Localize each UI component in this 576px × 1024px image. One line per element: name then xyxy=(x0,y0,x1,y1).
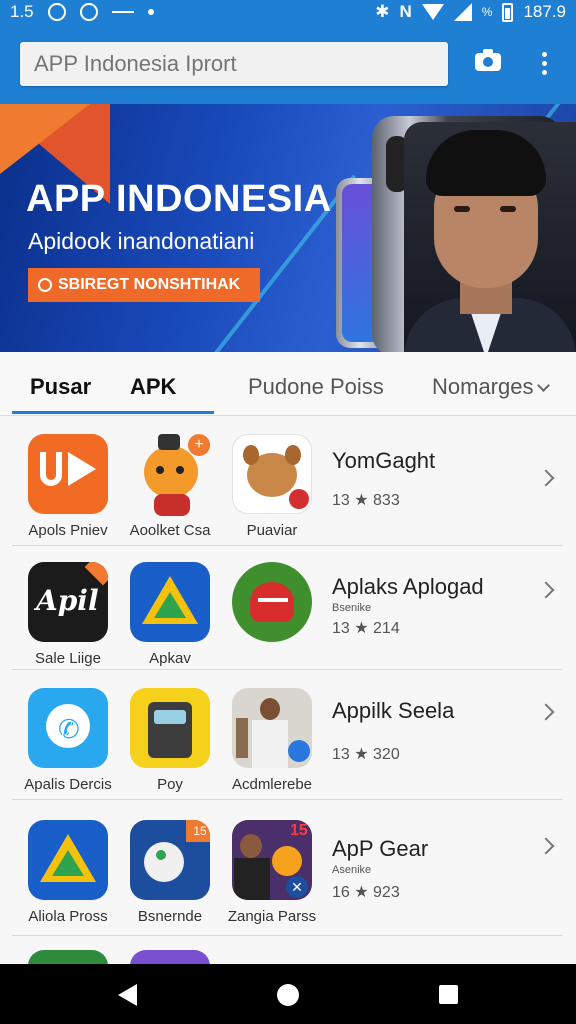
chevron-right-icon[interactable] xyxy=(537,581,555,599)
home-icon[interactable] xyxy=(277,984,299,1006)
app-notification-icon xyxy=(47,3,66,21)
tab-pudone-poiss[interactable]: Pudone Poiss xyxy=(248,374,384,400)
app-label: Apalis Dercis xyxy=(24,776,112,793)
row-meta: 13 ★ 320 xyxy=(332,746,400,763)
back-icon[interactable] xyxy=(118,984,137,1006)
chevron-down-icon xyxy=(537,379,551,392)
app-bar xyxy=(0,24,576,104)
app-label: Apols Pniev xyxy=(28,522,108,539)
dash-notification-icon xyxy=(111,11,134,13)
app-label: Aoolket Csa xyxy=(129,522,211,539)
phone-call-icon: ✆ xyxy=(28,688,108,768)
app-label: Poy xyxy=(157,776,183,793)
app-tile[interactable] xyxy=(222,562,322,650)
app-tile[interactable]: Apols Pniev xyxy=(18,434,118,539)
app-tile[interactable]: Apil Sale Liige xyxy=(18,562,118,667)
list-item[interactable]: Aliola Pross 15 Bsnernde 15 ✕ Zangia Par… xyxy=(12,820,562,936)
app-tile[interactable]: Puaviar xyxy=(222,434,322,539)
status-bar: 1.5 ✱ N % 187.9 xyxy=(0,0,576,24)
up-play-icon xyxy=(28,434,108,514)
row-title: Appilk Seela xyxy=(332,698,455,723)
recents-icon[interactable] xyxy=(439,985,458,1004)
wifi-icon xyxy=(421,4,444,20)
tab-pusar[interactable]: Pusar xyxy=(30,374,91,400)
bluetooth-icon: ✱ xyxy=(375,2,390,21)
banner-button-label: SBIREGT NONSHTIHAK xyxy=(58,276,241,293)
app-tile[interactable]: 15 ✕ Zangia Parss xyxy=(222,820,322,925)
screen: 1.5 ✱ N % 187.9 APP INDO xyxy=(0,0,576,1024)
heart-key-icon xyxy=(232,562,312,642)
row-meta: 13 ★ 214 xyxy=(332,620,400,637)
paint-brush-icon: 15 xyxy=(130,820,210,900)
overflow-menu-icon[interactable] xyxy=(538,52,552,78)
drive-triangle-icon xyxy=(28,820,108,900)
app-label: Sale Liige xyxy=(35,650,101,667)
chevron-right-icon[interactable] xyxy=(537,837,555,855)
sync-notification-icon xyxy=(79,3,98,21)
list-item[interactable] xyxy=(12,950,562,964)
app-label: Puaviar xyxy=(246,522,298,539)
tab-apk[interactable]: APK xyxy=(130,374,176,400)
battery-percent: % xyxy=(481,5,493,19)
nfc-icon: N xyxy=(399,2,412,21)
chevron-right-icon[interactable] xyxy=(537,703,555,721)
cartoon-dog-icon xyxy=(232,434,312,514)
icon-badge: 15 xyxy=(186,820,210,842)
man-fireworks-icon: 15 ✕ xyxy=(232,820,312,900)
script-logo-icon: Apil xyxy=(28,562,108,642)
status-time: 187.9 xyxy=(523,2,566,21)
app-list: Apols Pniev + Aoolket Csa Puaviar YomGag… xyxy=(0,416,576,964)
promo-banner[interactable]: APP INDONESIA Apidook inandonatiani SBIR… xyxy=(0,104,576,352)
camera-icon[interactable] xyxy=(474,46,504,76)
app-tile[interactable]: Acdmlerebe xyxy=(222,688,322,793)
banner-title: APP INDONESIA xyxy=(26,178,332,220)
app-label: Acdmlerebe xyxy=(231,776,313,793)
row-subtitle: Asenike xyxy=(332,864,372,876)
chevron-right-icon[interactable] xyxy=(537,469,555,487)
navigation-bar xyxy=(0,964,576,1024)
cartoon-fox-icon: + xyxy=(130,434,210,516)
list-item[interactable]: Apols Pniev + Aoolket Csa Puaviar YomGag… xyxy=(12,434,562,546)
banner-button[interactable]: SBIREGT NONSHTIHAK xyxy=(28,268,260,302)
app-tile[interactable] xyxy=(120,950,220,964)
search-input[interactable] xyxy=(20,42,448,86)
row-title: ApP Gear xyxy=(332,836,429,861)
app-label: Zangia Parss xyxy=(227,908,317,925)
row-title: YomGaght xyxy=(332,448,436,473)
drive-triangle-icon xyxy=(130,562,210,642)
banner-subtitle: Apidook inandonatiani xyxy=(28,228,255,254)
tab-nomarges[interactable]: Nomarges xyxy=(432,374,551,400)
app-tile[interactable]: ✆ Apalis Dercis xyxy=(18,688,118,793)
list-item[interactable]: ✆ Apalis Dercis Poy Acdmlerebe Appilk Se… xyxy=(12,688,562,800)
signal-icon xyxy=(453,3,472,21)
app-tile[interactable]: Apkav xyxy=(120,562,220,667)
tab-indicator xyxy=(12,411,214,414)
people-photo-icon xyxy=(232,688,312,768)
app-tile[interactable]: Poy xyxy=(120,688,220,793)
list-item[interactable]: Apil Sale Liige Apkav Aplaks Aplogad Bse… xyxy=(12,562,562,670)
tab-nomarges-label: Nomarges xyxy=(432,374,534,399)
app-tile[interactable]: 15 Bsnernde xyxy=(120,820,220,925)
app-icon xyxy=(130,950,210,964)
app-tile[interactable] xyxy=(18,950,118,964)
app-tile[interactable]: + Aoolket Csa xyxy=(120,434,220,539)
status-number: 1.5 xyxy=(10,2,34,21)
banner-decoration xyxy=(0,104,90,174)
robot-face-icon xyxy=(130,688,210,768)
app-label: Aliola Pross xyxy=(28,908,108,925)
tab-bar: Pusar APK Pudone Poiss Nomarges xyxy=(0,352,576,416)
row-title: Aplaks Aplogad xyxy=(332,574,484,599)
app-tile[interactable]: Aliola Pross xyxy=(18,820,118,925)
row-meta: 16 ★ 923 xyxy=(332,884,400,901)
refresh-icon xyxy=(38,278,52,292)
person-image xyxy=(404,122,576,352)
app-icon xyxy=(28,950,108,964)
battery-icon xyxy=(502,2,514,22)
row-meta: 13 ★ 833 xyxy=(332,492,400,509)
app-label: Apkav xyxy=(149,650,191,667)
row-subtitle: Bsenike xyxy=(332,602,372,614)
icon-badge: 15 xyxy=(290,822,308,839)
app-label: Bsnernde xyxy=(137,908,203,925)
dot-notification-icon xyxy=(147,9,154,15)
